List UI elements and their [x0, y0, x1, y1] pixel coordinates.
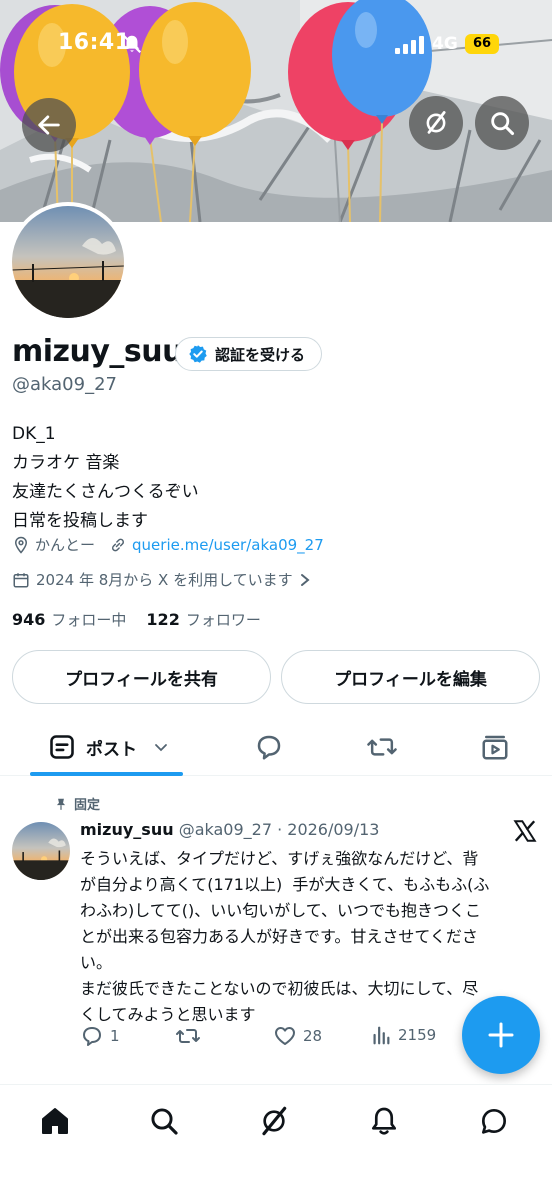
sunset-avatar-image	[12, 822, 70, 880]
search-button[interactable]	[475, 96, 529, 150]
like-count: 28	[303, 1027, 323, 1045]
reposts-icon[interactable]	[366, 732, 398, 762]
back-arrow-icon	[38, 115, 60, 135]
get-verified-label: 認証を受ける	[215, 345, 306, 364]
back-button[interactable]	[22, 98, 76, 152]
following-count[interactable]: 946	[12, 610, 45, 629]
bottom-navigation	[0, 1084, 552, 1200]
profile-tabs: ポスト	[0, 718, 552, 776]
location-text: かんとー	[35, 536, 96, 554]
replies-icon[interactable]	[254, 732, 284, 762]
views-button[interactable]: 2159	[370, 1024, 436, 1046]
reply-count: 1	[110, 1027, 120, 1045]
post-body[interactable]: そういえば、タイプだけど、すげぇ強欲なんだけど、背 が自分より高くて(171以上…	[80, 846, 540, 1028]
profile-avatar[interactable]	[8, 202, 128, 322]
sunset-avatar-image	[12, 206, 124, 318]
messages-icon[interactable]	[478, 1105, 510, 1137]
share-profile-button[interactable]: プロフィールを共有	[12, 650, 271, 704]
pinned-indicator: 固定	[54, 794, 100, 813]
posts-icon	[50, 735, 74, 759]
follow-counts: 946 フォロー中 122 フォロワー	[12, 609, 261, 630]
search-icon[interactable]	[148, 1105, 180, 1137]
repost-button[interactable]	[175, 1024, 207, 1048]
link-icon	[112, 538, 125, 551]
display-name: mizuy_suu	[12, 334, 184, 369]
status-time: 16:41	[58, 30, 131, 55]
network-type: 4G	[432, 34, 458, 54]
tab-posts-label: ポスト	[86, 739, 137, 760]
post-actions: 1 28 2159	[80, 1024, 460, 1052]
search-icon	[491, 112, 515, 136]
pinned-label: 固定	[74, 798, 101, 813]
followers-label[interactable]: フォロワー	[186, 609, 261, 630]
status-bar: 16:41 4G 66	[0, 0, 552, 90]
profile-meta-row: かんとー querie.me/user/aka09_27	[12, 534, 324, 555]
edit-profile-button[interactable]: プロフィールを編集	[281, 650, 540, 704]
plus-icon	[488, 1022, 514, 1048]
bio-line: DK_1	[12, 424, 56, 444]
tab-posts[interactable]: ポスト	[30, 718, 183, 776]
views-chart-icon	[373, 1026, 390, 1045]
post-author-avatar[interactable]	[12, 822, 70, 880]
bio-line: 日常を投稿します	[12, 511, 148, 531]
grok-icon[interactable]	[258, 1105, 290, 1137]
compose-post-button[interactable]	[462, 996, 540, 1074]
verified-badge-icon	[189, 345, 207, 363]
repost-icon	[176, 1029, 200, 1043]
heart-icon	[275, 1027, 295, 1045]
calendar-icon	[13, 572, 29, 587]
notifications-icon[interactable]	[368, 1105, 400, 1137]
silent-bell-icon	[122, 34, 142, 54]
reply-icon	[83, 1027, 101, 1046]
chevron-down-icon[interactable]	[153, 739, 169, 755]
grok-button[interactable]	[409, 96, 463, 150]
profile-banner[interactable]: 16:41 4G 66	[0, 0, 552, 222]
bio-line: 友達たくさんつくるぞい	[12, 482, 199, 502]
profile-bio: DK_1 カラオケ 音楽 友達たくさんつくるぞい 日常を投稿します	[12, 420, 199, 536]
bio-line: カラオケ 音楽	[12, 453, 120, 473]
joined-date-row[interactable]: 2024 年 8月から X を利用しています	[12, 569, 311, 590]
post-meta: @aka09_27 · 2026/09/13	[178, 820, 380, 839]
get-verified-button[interactable]: 認証を受ける	[175, 337, 323, 371]
grok-icon	[426, 111, 446, 134]
user-handle: @aka09_27	[12, 374, 117, 395]
chevron-right-icon	[300, 573, 310, 586]
post-author-name[interactable]: mizuy_suu	[80, 820, 174, 839]
profile-link[interactable]: querie.me/user/aka09_27	[132, 536, 324, 554]
like-button[interactable]: 28	[273, 1024, 322, 1048]
followers-count[interactable]: 122	[146, 610, 179, 629]
active-tab-indicator	[30, 772, 183, 776]
joined-text: 2024 年 8月から X を利用しています	[36, 571, 293, 589]
views-count: 2159	[398, 1026, 437, 1044]
reply-button[interactable]: 1	[80, 1024, 120, 1048]
home-icon[interactable]	[39, 1105, 71, 1137]
following-label[interactable]: フォロー中	[51, 609, 126, 630]
x-logo-icon	[513, 820, 537, 842]
pin-icon	[56, 798, 66, 810]
battery-indicator: 66	[465, 34, 499, 54]
location-pin-icon	[14, 536, 28, 554]
post-header: mizuy_suu @aka09_27 · 2026/09/13	[80, 820, 379, 839]
media-icon[interactable]	[480, 732, 510, 762]
signal-icon	[395, 36, 424, 54]
